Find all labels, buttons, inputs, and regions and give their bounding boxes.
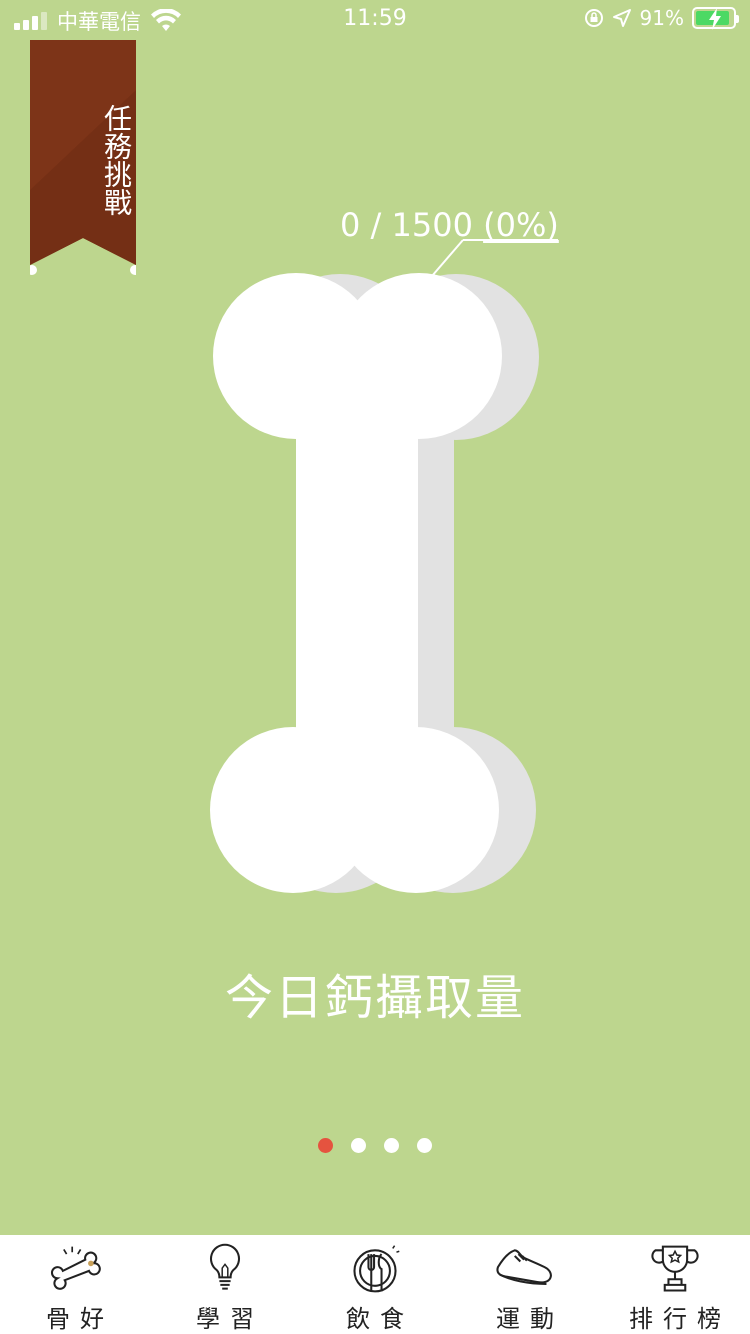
- progress-percent: (0%): [483, 206, 559, 244]
- tab-learning[interactable]: 學習: [150, 1235, 300, 1334]
- page-dot-3[interactable]: [384, 1138, 399, 1153]
- bone-progress-graphic: [210, 239, 558, 893]
- tab-label-learning: 學習: [196, 1305, 264, 1333]
- tab-label-bone: 骨好: [46, 1305, 114, 1333]
- tab-label-diet: 飲食: [346, 1305, 414, 1333]
- tab-leaderboard[interactable]: 排行榜: [600, 1235, 750, 1334]
- page-indicator[interactable]: [318, 1138, 432, 1153]
- progress-amount: 0 / 1500: [340, 206, 473, 244]
- tab-bone-health[interactable]: 骨好: [0, 1235, 150, 1334]
- page-title: 今日鈣攝取量: [224, 970, 525, 1026]
- plate-utensils-icon: [353, 1245, 400, 1293]
- tab-label-leaderboard: 排行榜: [629, 1305, 731, 1333]
- trophy-icon: [651, 1245, 699, 1292]
- bone-icon: [51, 1246, 101, 1290]
- page-dot-2[interactable]: [351, 1138, 366, 1153]
- bone-shape: [210, 273, 502, 893]
- sneaker-icon: [496, 1249, 552, 1285]
- lightbulb-icon: [210, 1243, 240, 1290]
- page-dot-4[interactable]: [417, 1138, 432, 1153]
- page-dot-1[interactable]: [318, 1138, 333, 1153]
- tab-diet[interactable]: 飲食: [300, 1235, 450, 1334]
- tab-exercise[interactable]: 運動: [450, 1235, 600, 1334]
- calcium-progress-label: 0 / 1500 (0%): [340, 206, 559, 244]
- tab-label-exercise: 運動: [496, 1305, 564, 1333]
- tab-bar: 骨好 學習 飲食 運動 排行榜: [0, 1235, 750, 1334]
- progress-pointer-line: [431, 239, 558, 277]
